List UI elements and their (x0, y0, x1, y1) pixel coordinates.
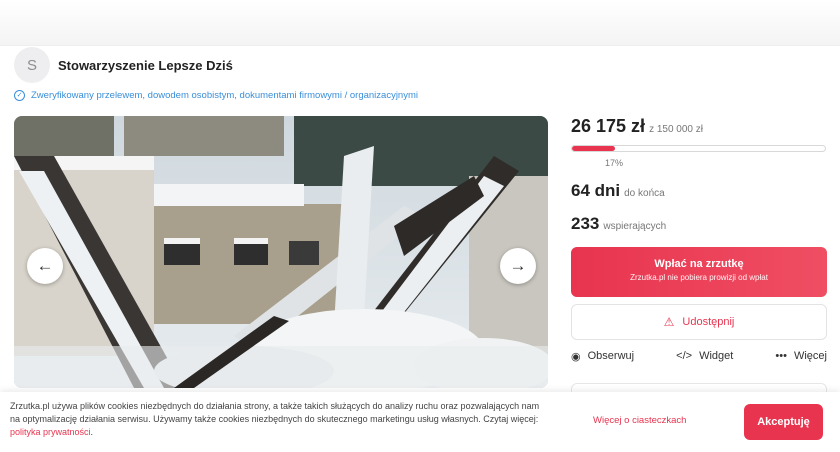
campaign-stats: 26 175 zł z 150 000 zł 17% 64 dni do końca… (571, 116, 827, 234)
donate-button[interactable]: Wpłać na zrzutkę Zrzutka.pl nie pobiera … (571, 247, 827, 297)
days-left: 64 dni do końca (571, 181, 827, 201)
arrow-left-icon: ← (36, 256, 54, 275)
amount-raised: 26 175 zł z 150 000 zł (571, 116, 827, 137)
action-row: ◉ Obserwuj </> Widget ••• Więcej (571, 348, 827, 364)
supporters: 233 wspierających (571, 214, 827, 234)
privacy-policy-link[interactable]: polityka prywatności (10, 427, 91, 437)
cookie-banner: Zrzutka.pl używa plików cookies niezbędn… (0, 392, 840, 452)
raised-value: 26 175 zł (571, 116, 646, 136)
cookie-more-link[interactable]: Więcej o ciasteczkach (593, 415, 686, 426)
supporters-label: wspierających (603, 221, 667, 232)
title-header-fade (0, 0, 840, 46)
gallery-next-button[interactable]: → (500, 248, 536, 284)
share-label: Udostępnij (682, 316, 735, 328)
observe-label: Obserwuj (587, 350, 635, 362)
verification-note: ✓ Zweryfikowany przelewem, dowodem osobi… (14, 90, 418, 101)
gallery-prev-button[interactable]: ← (27, 248, 63, 284)
days-value: 64 dni (571, 181, 621, 200)
campaign-photo[interactable] (14, 116, 548, 388)
verification-text: Zweryfikowany przelewem, dowodem osobist… (31, 90, 418, 101)
widget-button[interactable]: </> Widget (676, 350, 733, 362)
observe-button[interactable]: ◉ Obserwuj (571, 350, 634, 363)
supporters-value: 233 (571, 214, 600, 233)
widget-label: Widget (699, 350, 734, 362)
progress-bar (571, 145, 826, 152)
donate-label: Wpłać na zrzutkę (654, 258, 744, 270)
avatar[interactable]: S (14, 47, 50, 83)
cookie-suffix: . (90, 427, 94, 437)
burned-house-photo (14, 116, 548, 388)
ellipsis-icon: ••• (775, 350, 787, 362)
check-circle-icon: ✓ (14, 90, 25, 101)
organizer-name[interactable]: Stowarzyszenie Lepsze Dziś (58, 58, 233, 73)
more-button[interactable]: ••• Więcej (775, 350, 827, 362)
progress-percent: 17% (605, 158, 624, 168)
arrow-right-icon: → (509, 256, 527, 275)
days-label: do końca (624, 188, 665, 199)
code-icon: </> (676, 350, 693, 362)
cookie-text: Zrzutka.pl używa plików cookies niezbędn… (10, 400, 550, 439)
more-label: Więcej (793, 350, 827, 362)
accept-cookies-button[interactable]: Akceptuję (744, 404, 823, 440)
eye-icon: ◉ (571, 350, 581, 363)
share-icon: ⚠ (663, 315, 675, 329)
goal-value: z 150 000 zł (649, 124, 703, 135)
cookie-message: Zrzutka.pl używa plików cookies niezbędn… (10, 401, 540, 424)
donate-sublabel: Zrzutka.pl nie pobiera prowizji od wpłat (630, 273, 768, 282)
progress-fill (572, 146, 615, 151)
share-button[interactable]: ⚠ Udostępnij (571, 304, 827, 340)
organizer[interactable]: S Stowarzyszenie Lepsze Dziś (14, 46, 233, 84)
